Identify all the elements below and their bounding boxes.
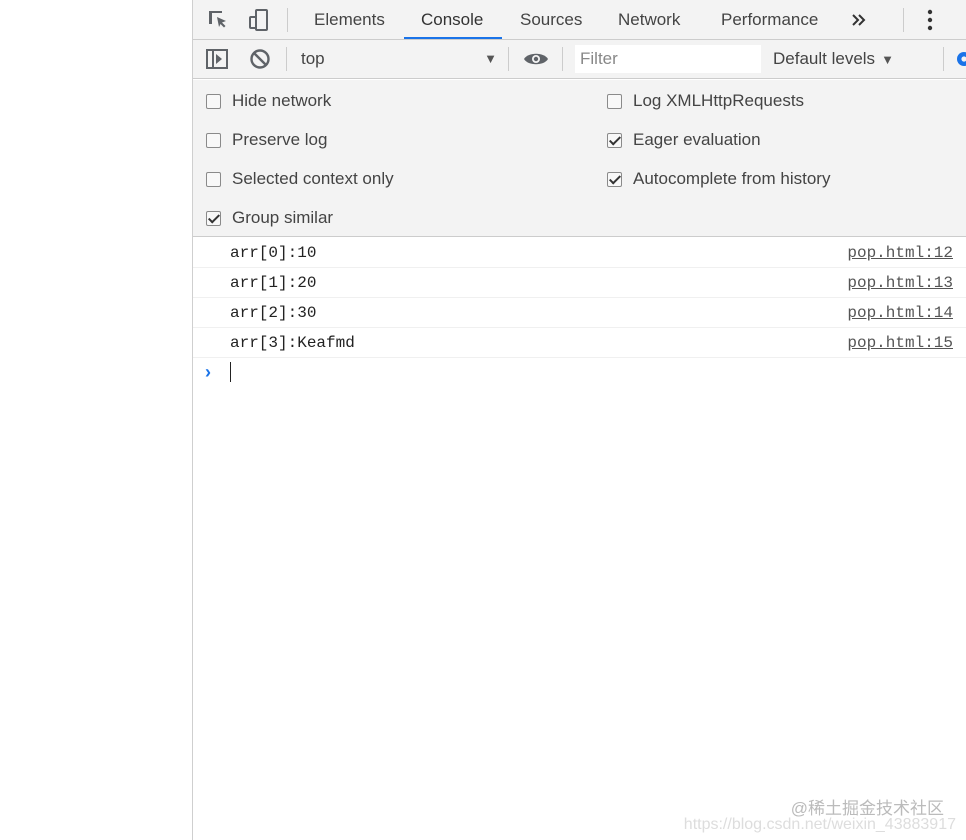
inspect-element-icon[interactable] bbox=[205, 6, 233, 34]
tabbar-separator bbox=[287, 8, 288, 32]
option-log-xmlhttprequests[interactable]: Log XMLHttpRequests bbox=[607, 89, 804, 113]
watermark-url: https://blog.csdn.net/weixin_43883917 bbox=[683, 816, 956, 833]
page-content-pane bbox=[0, 0, 193, 840]
show-sidebar-icon[interactable] bbox=[203, 45, 231, 73]
group-similar-checkbox[interactable] bbox=[206, 210, 221, 226]
live-expression-eye-icon[interactable] bbox=[522, 45, 550, 73]
tab-network[interactable]: Network bbox=[618, 0, 680, 40]
option-group-similar[interactable]: Group similar bbox=[206, 206, 333, 230]
message-text: arr[1]:20 bbox=[230, 274, 317, 292]
toolbar-separator bbox=[943, 47, 944, 71]
option-label: Selected context only bbox=[232, 169, 394, 188]
option-label: Eager evaluation bbox=[633, 130, 761, 149]
eager-evaluation-checkbox[interactable] bbox=[607, 132, 622, 148]
double-chevron-right-icon[interactable] bbox=[845, 6, 873, 34]
context-value: top bbox=[301, 49, 325, 68]
prompt-chevron-icon: › bbox=[205, 362, 211, 382]
option-eager-evaluation[interactable]: Eager evaluation bbox=[607, 128, 761, 152]
option-label: Autocomplete from history bbox=[633, 169, 831, 188]
option-label: Group similar bbox=[232, 208, 334, 227]
console-message: arr[2]:30 pop.html:14 bbox=[193, 298, 966, 328]
console-message: arr[0]:10 pop.html:12 bbox=[193, 238, 966, 268]
log-xmlhttprequests-checkbox[interactable] bbox=[607, 93, 622, 109]
toolbar-separator bbox=[508, 47, 509, 71]
message-text: arr[2]:30 bbox=[230, 304, 317, 322]
tab-elements[interactable]: Elements bbox=[314, 0, 385, 40]
selected-context-only-checkbox[interactable] bbox=[206, 171, 221, 187]
message-source-link[interactable]: pop.html:13 bbox=[847, 274, 953, 292]
option-label: Hide network bbox=[232, 91, 332, 110]
console-settings-panel: Hide network Preserve log Selected conte… bbox=[193, 80, 966, 237]
console-toolbar: top ▼ Default levels ▼ bbox=[193, 40, 966, 79]
devtools-tabbar: Elements Console Sources Network Perform… bbox=[193, 0, 966, 40]
tabbar-separator bbox=[903, 8, 904, 32]
toolbar-separator bbox=[562, 47, 563, 71]
kebab-menu-icon[interactable] bbox=[916, 6, 944, 34]
message-text: arr[0]:10 bbox=[230, 244, 317, 262]
settings-gear-icon[interactable] bbox=[953, 45, 966, 73]
option-label: Log XMLHttpRequests bbox=[633, 91, 805, 110]
toolbar-separator bbox=[286, 47, 287, 71]
message-source-link[interactable]: pop.html:14 bbox=[847, 304, 953, 322]
tab-performance[interactable]: Performance bbox=[721, 0, 818, 40]
message-source-link[interactable]: pop.html:12 bbox=[847, 244, 953, 262]
hide-network-checkbox[interactable] bbox=[206, 93, 221, 109]
tab-console[interactable]: Console bbox=[421, 0, 483, 40]
option-hide-network[interactable]: Hide network bbox=[206, 89, 331, 113]
console-messages: arr[0]:10 pop.html:12 arr[1]:20 pop.html… bbox=[193, 238, 966, 388]
console-message: arr[1]:20 pop.html:13 bbox=[193, 268, 966, 298]
dropdown-arrow-icon: ▼ bbox=[484, 51, 497, 66]
context-selector[interactable]: top ▼ bbox=[293, 40, 503, 78]
log-levels-dropdown[interactable]: Default levels ▼ bbox=[773, 40, 894, 78]
option-selected-context-only[interactable]: Selected context only bbox=[206, 167, 394, 191]
autocomplete-from-history-checkbox[interactable] bbox=[607, 171, 622, 187]
text-caret bbox=[230, 362, 231, 382]
message-text: arr[3]:Keafmd bbox=[230, 334, 355, 352]
option-preserve-log[interactable]: Preserve log bbox=[206, 128, 327, 152]
clear-console-icon[interactable] bbox=[246, 45, 274, 73]
preserve-log-checkbox[interactable] bbox=[206, 132, 221, 148]
devtools-panel: Elements Console Sources Network Perform… bbox=[193, 0, 966, 840]
message-source-link[interactable]: pop.html:15 bbox=[847, 334, 953, 352]
filter-input[interactable] bbox=[575, 45, 761, 73]
dropdown-arrow-icon: ▼ bbox=[881, 52, 894, 67]
console-message: arr[3]:Keafmd pop.html:15 bbox=[193, 328, 966, 358]
console-prompt[interactable]: › bbox=[193, 358, 966, 388]
log-levels-label: Default levels bbox=[773, 49, 876, 68]
option-label: Preserve log bbox=[232, 130, 328, 149]
tab-sources[interactable]: Sources bbox=[520, 0, 582, 40]
active-tab-indicator bbox=[404, 37, 502, 39]
device-toolbar-icon[interactable] bbox=[245, 6, 273, 34]
option-autocomplete-from-history[interactable]: Autocomplete from history bbox=[607, 167, 830, 191]
